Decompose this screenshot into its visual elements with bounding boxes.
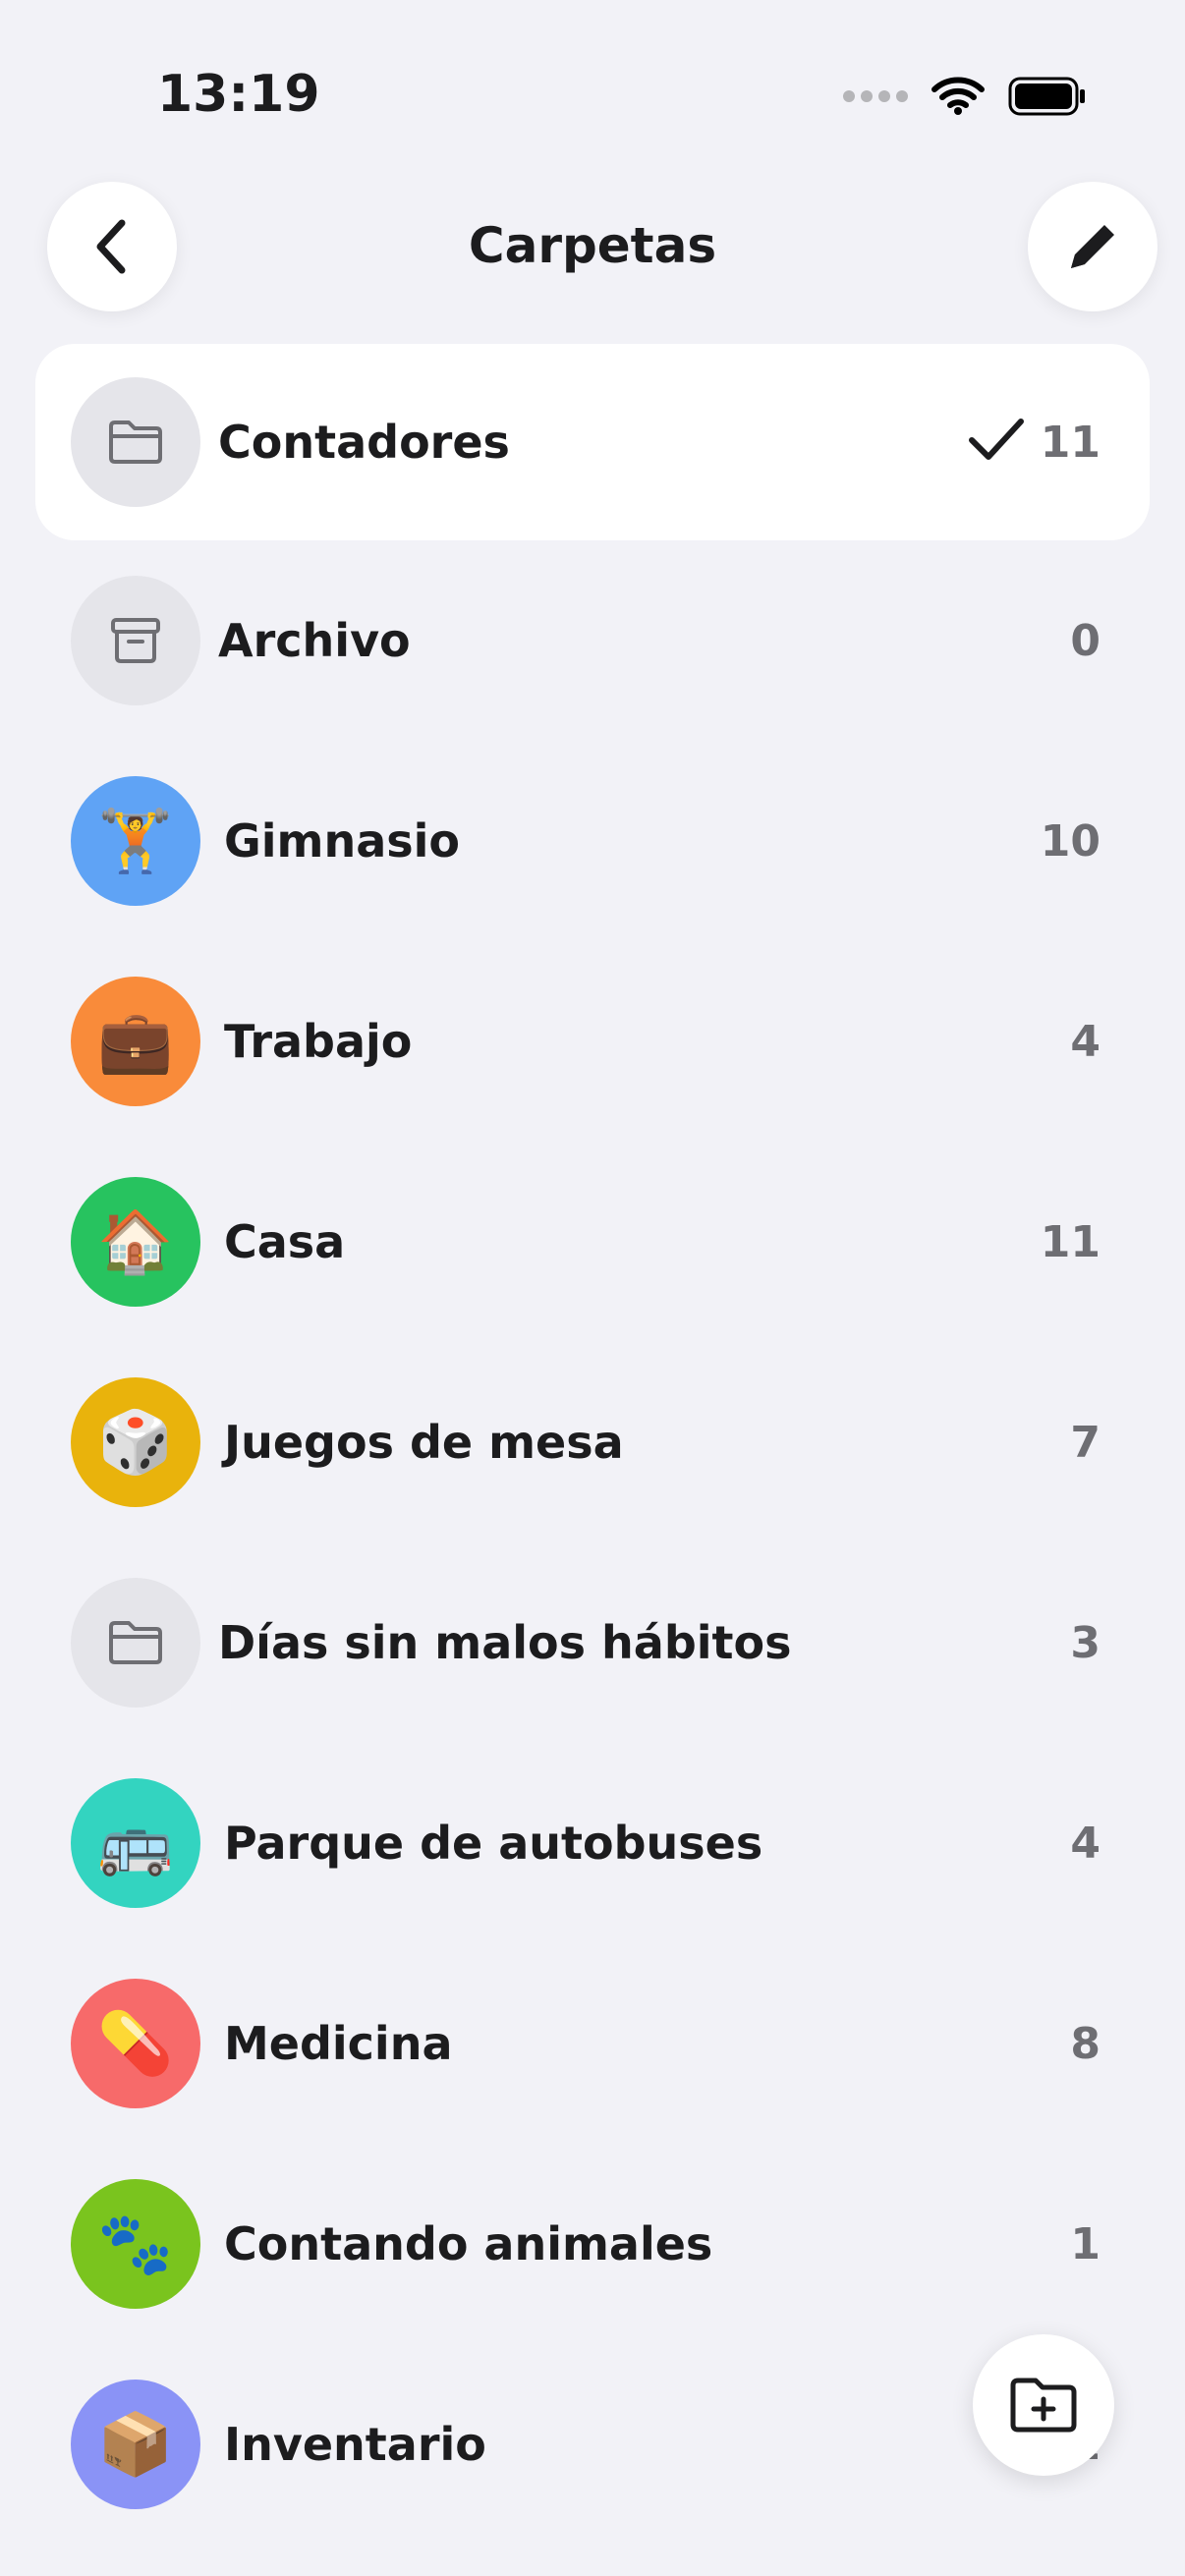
folder-label: Trabajo — [224, 1015, 413, 1068]
folder-count: 7 — [1070, 1417, 1100, 1468]
folder-row-medicina[interactable]: 💊 Medicina 8 — [35, 1943, 1150, 2144]
pill-icon: 💊 — [71, 1979, 200, 2108]
folder-label: Días sin malos hábitos — [218, 1616, 792, 1669]
briefcase-icon: 💼 — [71, 977, 200, 1106]
folder-list: Contadores 11 Archivo 0 🏋️ Gimnasio 10 💼… — [35, 344, 1150, 2545]
wifi-icon — [931, 77, 985, 115]
archive-icon — [111, 618, 160, 663]
folder-label: Parque de autobuses — [224, 1817, 763, 1870]
folder-count: 3 — [1070, 1617, 1100, 1668]
folder-count: 8 — [1070, 2018, 1100, 2069]
folder-row-contando-animales[interactable]: 🐾 Contando animales 1 — [35, 2144, 1150, 2344]
battery-icon — [1008, 77, 1085, 116]
folder-label: Inventario — [224, 2418, 486, 2471]
folder-count: 1 — [1070, 2218, 1100, 2269]
folder-icon — [109, 1621, 162, 1664]
folder-plus-icon — [1010, 2378, 1077, 2433]
folder-label: Medicina — [224, 2017, 453, 2070]
folder-label: Contando animales — [224, 2217, 713, 2270]
folder-label: Contadores — [218, 416, 510, 469]
archive-icon-bg — [71, 576, 200, 705]
folder-count: 11 — [1040, 1216, 1100, 1267]
folder-label: Gimnasio — [224, 814, 460, 868]
folder-count: 11 — [1040, 417, 1100, 468]
edit-button[interactable] — [1028, 182, 1157, 311]
folder-count: 0 — [1070, 615, 1100, 666]
package-icon: 📦 — [71, 2380, 200, 2509]
folder-count: 10 — [1040, 815, 1100, 867]
navigation-bar: Carpetas — [0, 182, 1185, 314]
folder-label: Archivo — [218, 614, 411, 667]
status-bar: 13:19 — [0, 0, 1185, 187]
bus-icon: 🚌 — [71, 1778, 200, 1908]
folder-row-parque-de-autobuses[interactable]: 🚌 Parque de autobuses 4 — [35, 1743, 1150, 1943]
house-icon: 🏠 — [71, 1177, 200, 1307]
status-time: 13:19 — [157, 65, 320, 124]
weightlifter-icon: 🏋️ — [71, 776, 200, 906]
dice-icon: 🎲 — [71, 1377, 200, 1507]
folder-count: 4 — [1070, 1016, 1100, 1067]
page-title: Carpetas — [468, 217, 717, 274]
folder-row-juegos-de-mesa[interactable]: 🎲 Juegos de mesa 7 — [35, 1342, 1150, 1542]
folder-row-dias-sin-malos-habitos[interactable]: Días sin malos hábitos 3 — [35, 1542, 1150, 1743]
folder-icon-bg — [71, 377, 200, 507]
cellular-signal-icon — [843, 90, 908, 102]
add-folder-button[interactable] — [973, 2334, 1114, 2476]
folder-row-archivo[interactable]: Archivo 0 — [35, 540, 1150, 741]
folder-row-trabajo[interactable]: 💼 Trabajo 4 — [35, 941, 1150, 1142]
checkmark-icon — [969, 419, 1024, 460]
folder-label: Casa — [224, 1215, 346, 1268]
paw-prints-icon: 🐾 — [71, 2179, 200, 2309]
pencil-icon — [1071, 225, 1114, 268]
folder-icon-bg — [71, 1578, 200, 1708]
folder-row-casa[interactable]: 🏠 Casa 11 — [35, 1142, 1150, 1342]
folder-row-contadores[interactable]: Contadores 11 — [35, 344, 1150, 540]
status-icons — [843, 71, 1087, 122]
folder-icon — [109, 420, 162, 464]
folder-label: Juegos de mesa — [224, 1416, 624, 1469]
folder-row-gimnasio[interactable]: 🏋️ Gimnasio 10 — [35, 741, 1150, 941]
folder-count: 4 — [1070, 1818, 1100, 1869]
